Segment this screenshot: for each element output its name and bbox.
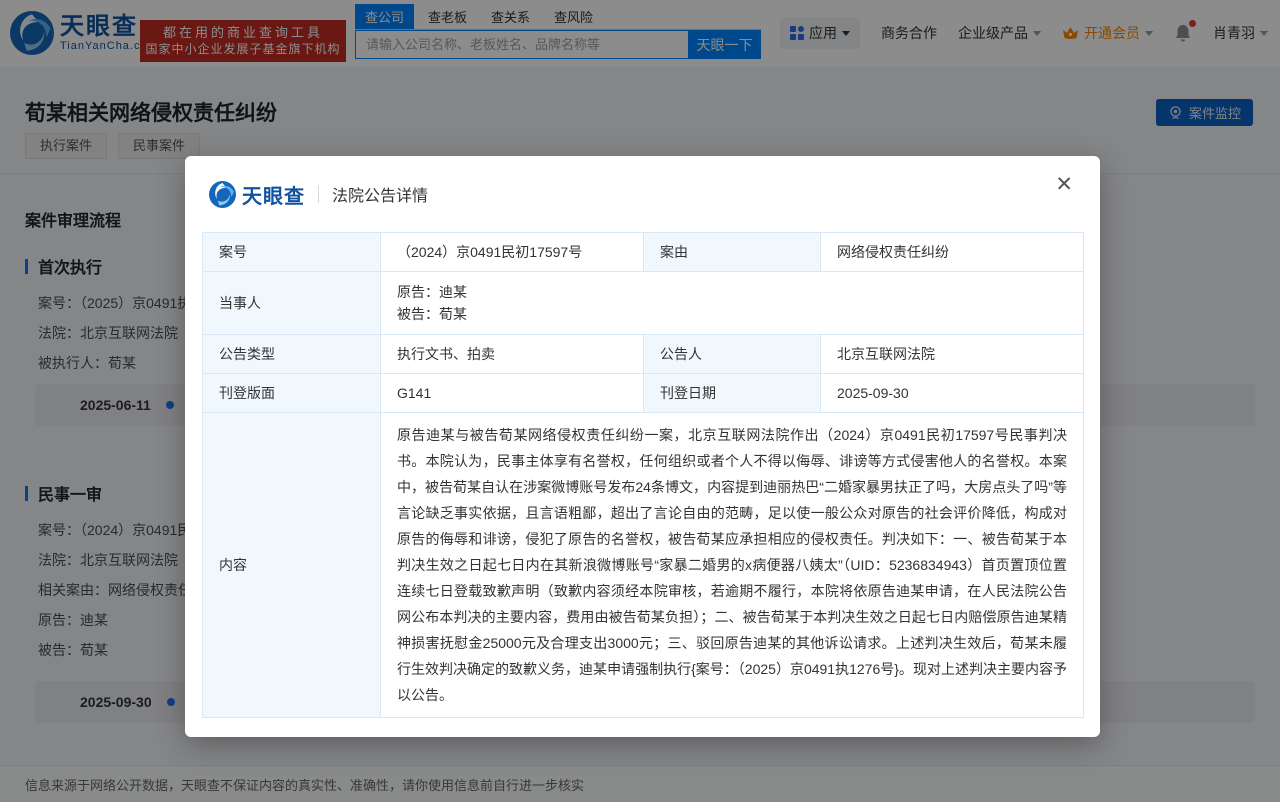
modal-title: 法院公告详情 (332, 182, 428, 206)
content-label: 内容 (203, 413, 381, 718)
defendant-line: 被告：荀某 (397, 303, 1067, 325)
modal-brand-divider (318, 185, 319, 203)
cause-value: 网络侵权责任纠纷 (821, 233, 1084, 272)
modal-header: 天眼查 法院公告详情 ✕ (202, 156, 1083, 218)
table-row: 案号 （2024）京0491民初17597号 案由 网络侵权责任纠纷 (203, 233, 1084, 272)
close-icon[interactable]: ✕ (1055, 174, 1073, 195)
publish-date-value: 2025-09-30 (821, 374, 1084, 413)
table-row: 刊登版面 G141 刊登日期 2025-09-30 (203, 374, 1084, 413)
table-row: 内容 原告迪某与被告荀某网络侵权责任纠纷一案，北京互联网法院作出（2024）京0… (203, 413, 1084, 718)
court-announcement-modal: 天眼查 法院公告详情 ✕ 案号 （2024）京0491民初17597号 案由 网… (185, 156, 1100, 737)
parties-label: 当事人 (203, 272, 381, 335)
tianyancha-logo-icon (209, 181, 236, 208)
announcement-type-value: 执行文书、拍卖 (381, 335, 644, 374)
announcer-value: 北京互联网法院 (821, 335, 1084, 374)
announcement-table: 案号 （2024）京0491民初17597号 案由 网络侵权责任纠纷 当事人 原… (202, 232, 1084, 718)
modal-brand: 天眼查 (242, 180, 305, 209)
case-number-value: （2024）京0491民初17597号 (381, 233, 644, 272)
case-number-label: 案号 (203, 233, 381, 272)
cause-label: 案由 (644, 233, 821, 272)
publish-page-label: 刊登版面 (203, 374, 381, 413)
table-row: 公告类型 执行文书、拍卖 公告人 北京互联网法院 (203, 335, 1084, 374)
plaintiff-line: 原告：迪某 (397, 281, 1067, 303)
parties-value: 原告：迪某 被告：荀某 (381, 272, 1084, 335)
publish-page-value: G141 (381, 374, 644, 413)
table-row: 当事人 原告：迪某 被告：荀某 (203, 272, 1084, 335)
announcer-label: 公告人 (644, 335, 821, 374)
content-value: 原告迪某与被告荀某网络侵权责任纠纷一案，北京互联网法院作出（2024）京0491… (381, 413, 1084, 718)
announcement-type-label: 公告类型 (203, 335, 381, 374)
publish-date-label: 刊登日期 (644, 374, 821, 413)
